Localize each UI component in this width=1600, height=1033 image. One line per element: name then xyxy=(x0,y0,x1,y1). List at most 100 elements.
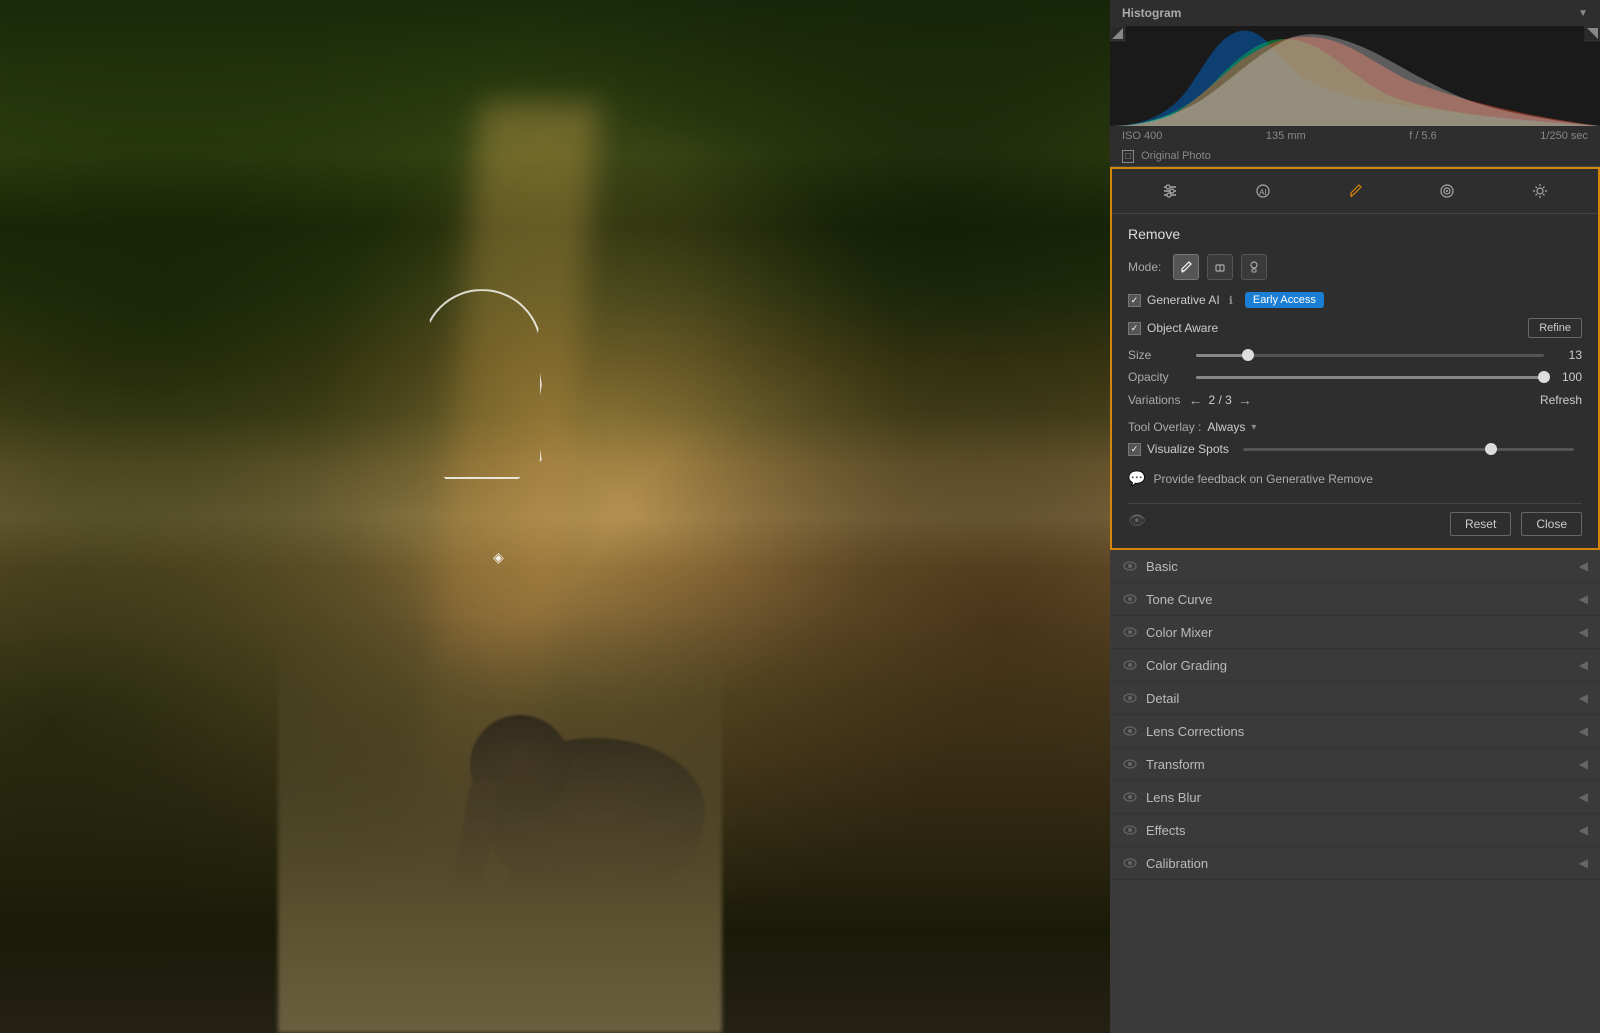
panel-item-tone-curve[interactable]: Tone Curve ◀ xyxy=(1110,583,1600,616)
object-aware-row: Object Aware Refine xyxy=(1128,318,1582,338)
feedback-row[interactable]: 💬 Provide feedback on Generative Remove xyxy=(1128,470,1582,487)
visualize-spots-thumb[interactable] xyxy=(1485,443,1497,455)
opacity-slider-thumb[interactable] xyxy=(1538,371,1550,383)
mode-label: Mode: xyxy=(1128,260,1161,274)
panel-item-color-grading[interactable]: Color Grading ◀ xyxy=(1110,649,1600,682)
refine-button[interactable]: Refine xyxy=(1528,318,1582,338)
visualize-spots-row: Visualize Spots xyxy=(1128,442,1582,456)
eraser-mode-btn[interactable] xyxy=(1207,254,1233,280)
histogram-svg xyxy=(1110,26,1600,126)
panel-item-label-color-grading: Color Grading xyxy=(1146,658,1227,673)
photo-area: ◈ xyxy=(0,0,1110,1033)
variations-count: 2 / 3 xyxy=(1208,393,1231,407)
early-access-badge: Early Access xyxy=(1245,292,1324,308)
close-button[interactable]: Close xyxy=(1521,512,1582,536)
panel-item-left: Calibration xyxy=(1122,855,1208,871)
panel-item-effects[interactable]: Effects ◀ xyxy=(1110,814,1600,847)
panel-item-label-effects: Effects xyxy=(1146,823,1186,838)
panel-list: Basic ◀ Tone Curve ◀ Color Mixer ◀ xyxy=(1110,550,1600,1033)
visualize-spots-slider[interactable] xyxy=(1243,448,1574,451)
panel-item-left: Lens Corrections xyxy=(1122,723,1244,739)
aperture-label: f / 5.6 xyxy=(1409,130,1437,142)
iso-label: ISO 400 xyxy=(1122,130,1162,142)
object-aware-label: Object Aware xyxy=(1147,321,1218,335)
panel-item-arrow-lens-corrections: ◀ xyxy=(1579,724,1588,738)
panel-item-left: Basic xyxy=(1122,558,1178,574)
panel-item-label-basic: Basic xyxy=(1146,559,1178,574)
panel-item-arrow-color-grading: ◀ xyxy=(1579,658,1588,672)
visibility-icon-calibration[interactable] xyxy=(1122,855,1138,871)
variations-next-arrow[interactable]: → xyxy=(1238,392,1252,408)
visualize-spots-label: Visualize Spots xyxy=(1147,442,1229,456)
panel-toolbar: AI xyxy=(1112,169,1598,214)
panel-content: Remove Mode: xyxy=(1112,214,1598,548)
tool-overlay-label: Tool Overlay : xyxy=(1128,420,1201,434)
original-photo-row[interactable]: □ Original Photo xyxy=(1110,146,1600,167)
feedback-label: Provide feedback on Generative Remove xyxy=(1153,472,1372,486)
brush-mode-btn[interactable] xyxy=(1173,254,1199,280)
visibility-icon-color-mixer[interactable] xyxy=(1122,624,1138,640)
size-slider-track[interactable] xyxy=(1196,354,1544,357)
eye-preview-icon[interactable]: 👁 xyxy=(1128,512,1146,536)
panel-item-left: Color Mixer xyxy=(1122,624,1212,640)
variations-prev-arrow[interactable]: ← xyxy=(1188,392,1202,408)
reset-button[interactable]: Reset xyxy=(1450,512,1511,536)
size-slider-thumb[interactable] xyxy=(1242,349,1254,361)
panel-item-arrow-effects: ◀ xyxy=(1579,823,1588,837)
visibility-icon-basic[interactable] xyxy=(1122,558,1138,574)
opacity-slider-track[interactable] xyxy=(1196,376,1544,379)
panel-item-transform[interactable]: Transform ◀ xyxy=(1110,748,1600,781)
panel-item-left: Transform xyxy=(1122,756,1205,772)
histogram-chevron-icon[interactable]: ▼ xyxy=(1578,8,1588,19)
variations-nav: ← 2 / 3 → xyxy=(1188,392,1251,408)
object-aware-checkbox[interactable] xyxy=(1128,322,1141,335)
histogram-info: ISO 400 135 mm f / 5.6 1/250 sec xyxy=(1110,126,1600,146)
refresh-button[interactable]: Refresh xyxy=(1540,393,1582,407)
generative-ai-checkbox[interactable] xyxy=(1128,294,1141,307)
tool-overlay-dropdown-icon[interactable]: ▾ xyxy=(1251,422,1256,433)
panel-item-lens-corrections[interactable]: Lens Corrections ◀ xyxy=(1110,715,1600,748)
visibility-icon-color-grading[interactable] xyxy=(1122,657,1138,673)
info-icon: ℹ xyxy=(1229,294,1233,307)
panel-item-left: Detail xyxy=(1122,690,1179,706)
visibility-icon-lens-corrections[interactable] xyxy=(1122,723,1138,739)
panel-item-calibration[interactable]: Calibration ◀ xyxy=(1110,847,1600,880)
tool-overlay-row: Tool Overlay : Always ▾ xyxy=(1128,420,1582,434)
opacity-label: Opacity xyxy=(1128,370,1188,384)
bottom-buttons: 👁 Reset Close xyxy=(1128,503,1582,536)
settings-tool-icon[interactable] xyxy=(1526,177,1554,205)
histogram-title: Histogram xyxy=(1122,6,1181,20)
panel-item-arrow-basic: ◀ xyxy=(1579,559,1588,573)
panel-item-label-color-mixer: Color Mixer xyxy=(1146,625,1212,640)
panel-item-label-lens-blur: Lens Blur xyxy=(1146,790,1201,805)
visibility-icon-detail[interactable] xyxy=(1122,690,1138,706)
focal-label: 135 mm xyxy=(1266,130,1306,142)
visibility-icon-effects[interactable] xyxy=(1122,822,1138,838)
panel-item-label-lens-corrections: Lens Corrections xyxy=(1146,724,1244,739)
panel-item-color-mixer[interactable]: Color Mixer ◀ xyxy=(1110,616,1600,649)
visualize-spots-checkbox[interactable] xyxy=(1128,443,1141,456)
visibility-icon-tone-curve[interactable] xyxy=(1122,591,1138,607)
histogram-canvas xyxy=(1110,26,1600,126)
panel-item-arrow-color-mixer: ◀ xyxy=(1579,625,1588,639)
shutter-label: 1/250 sec xyxy=(1540,130,1588,142)
ai-tool-icon[interactable]: AI xyxy=(1249,177,1277,205)
size-value: 13 xyxy=(1552,348,1582,362)
stamp-mode-btn[interactable] xyxy=(1241,254,1267,280)
brush-tool-icon[interactable] xyxy=(1341,177,1369,205)
tool-overlay-value[interactable]: Always xyxy=(1207,420,1245,434)
panel-item-basic[interactable]: Basic ◀ xyxy=(1110,550,1600,583)
remove-section-title: Remove xyxy=(1128,226,1582,242)
panel-item-label-detail: Detail xyxy=(1146,691,1179,706)
histogram-header: Histogram ▼ xyxy=(1110,0,1600,26)
variations-row: Variations ← 2 / 3 → Refresh xyxy=(1128,392,1582,408)
adjust-tool-icon[interactable] xyxy=(1156,177,1184,205)
remove-panel: AI xyxy=(1110,167,1600,550)
panel-item-detail[interactable]: Detail ◀ xyxy=(1110,682,1600,715)
target-tool-icon[interactable] xyxy=(1433,177,1461,205)
visibility-icon-lens-blur[interactable] xyxy=(1122,789,1138,805)
panel-item-lens-blur[interactable]: Lens Blur ◀ xyxy=(1110,781,1600,814)
generative-ai-label: Generative AI xyxy=(1147,293,1220,307)
visibility-icon-transform[interactable] xyxy=(1122,756,1138,772)
remove-tool-cursor: ◈ xyxy=(488,547,508,567)
